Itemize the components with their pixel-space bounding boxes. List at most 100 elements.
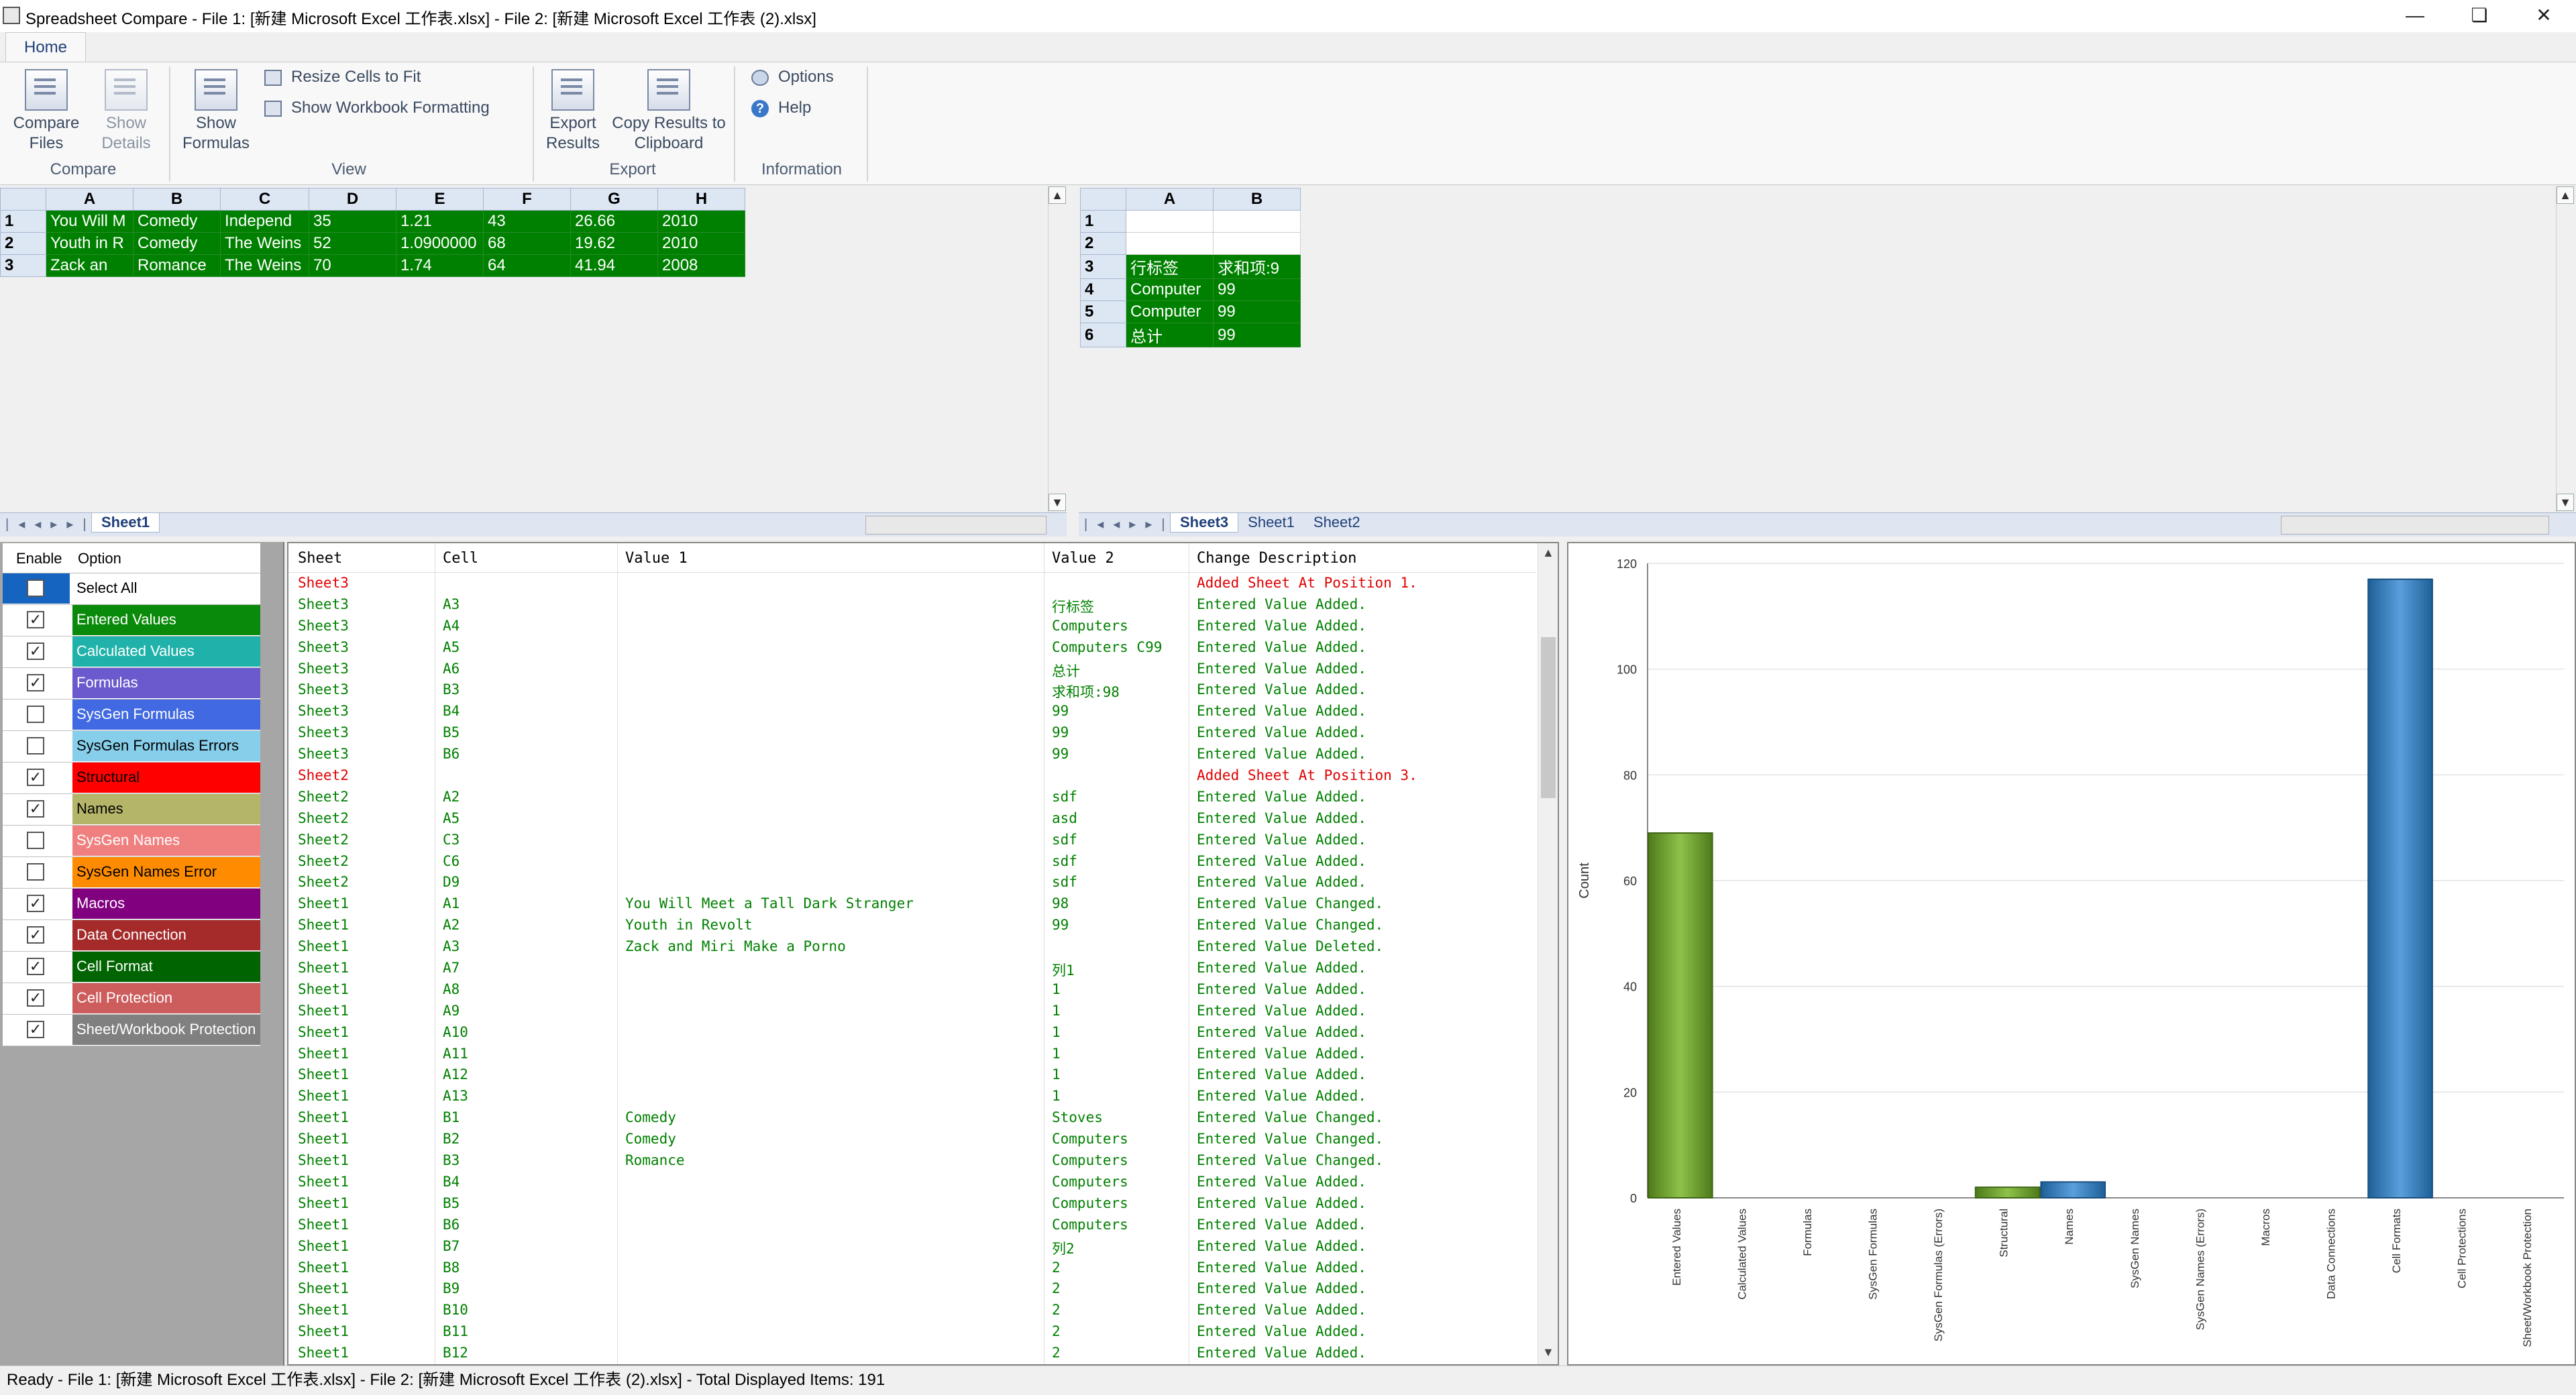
scrollbar-thumb[interactable] xyxy=(1541,637,1556,798)
column-header[interactable]: B xyxy=(133,188,221,211)
column-header[interactable]: E xyxy=(396,188,484,211)
result-row[interactable]: Sheet1 B10 2 Entered Value Added. xyxy=(288,1300,1536,1321)
enable-checkbox[interactable] xyxy=(27,706,44,723)
option-row[interactable]: ✓ Data Connection xyxy=(3,920,260,952)
grid-cell[interactable]: Computer xyxy=(1126,300,1214,323)
scroll-down-arrow-icon[interactable]: ▼ xyxy=(2557,494,2574,511)
grid-cell[interactable]: Romance xyxy=(133,254,221,277)
grid-cell[interactable]: 行标签 xyxy=(1126,254,1214,279)
sheet-nav-arrows-icon[interactable]: |◂◂▸▸| xyxy=(5,516,96,533)
cell-column-header[interactable]: Cell xyxy=(443,550,478,567)
result-row[interactable]: Sheet1 B11 2 Entered Value Added. xyxy=(288,1321,1536,1343)
option-row[interactable]: ✓ Cell Format xyxy=(3,952,260,983)
file1-vertical-scrollbar[interactable]: ▲ ▼ xyxy=(1048,186,1067,512)
column-header[interactable]: A xyxy=(1126,188,1214,211)
enable-checkbox[interactable]: ✓ xyxy=(27,989,44,1007)
grid-cell[interactable]: The Weins xyxy=(220,232,309,255)
result-row[interactable]: Sheet1 B6 Computers Entered Value Added. xyxy=(288,1215,1536,1236)
enable-checkbox[interactable] xyxy=(27,863,44,881)
result-row[interactable]: Sheet1 A11 1 Entered Value Added. xyxy=(288,1044,1536,1065)
result-row[interactable]: Sheet1 A3 Zack and Miri Make a Porno Entere… xyxy=(288,936,1536,958)
option-row[interactable]: Select All xyxy=(3,573,260,605)
result-row[interactable]: Sheet1 A2 Youth in Revolt 99 Entered Value C… xyxy=(288,915,1536,936)
result-row[interactable]: Sheet2 Added Sheet At Position 3. xyxy=(288,765,1536,787)
option-row[interactable]: SysGen Formulas xyxy=(3,700,260,731)
grid-cell[interactable] xyxy=(1126,232,1214,255)
result-row[interactable]: Sheet3 A6 总计 Entered Value Added. xyxy=(288,659,1536,680)
scroll-down-arrow-icon[interactable]: ▼ xyxy=(1542,1345,1554,1359)
enable-checkbox[interactable]: ✓ xyxy=(27,800,44,818)
sheet-tab[interactable]: Sheet1 xyxy=(91,513,160,533)
option-row[interactable]: ✓ Calculated Values xyxy=(3,636,260,668)
show-workbook-formatting-button[interactable]: Show Workbook Formatting xyxy=(264,99,490,117)
grid-cell[interactable] xyxy=(1213,210,1301,233)
corner-cell[interactable] xyxy=(1080,188,1126,211)
sheet-tab[interactable]: Sheet3 xyxy=(1170,513,1239,533)
grid-cell[interactable]: Zack an xyxy=(46,254,133,277)
result-row[interactable]: Sheet1 B8 2 Entered Value Added. xyxy=(288,1258,1536,1279)
result-row[interactable]: Sheet3 B4 99 Entered Value Added. xyxy=(288,701,1536,722)
options-button[interactable]: Options xyxy=(751,68,834,87)
row-header[interactable]: 3 xyxy=(0,254,46,277)
column-header[interactable]: A xyxy=(46,188,133,211)
result-row[interactable]: Sheet3 A3 行标签 Entered Value Added. xyxy=(288,594,1536,616)
enable-checkbox[interactable]: ✓ xyxy=(27,769,44,786)
grid-cell[interactable]: 总计 xyxy=(1126,323,1214,347)
result-row[interactable]: Sheet2 C6 sdf Entered Value Added. xyxy=(288,851,1536,873)
column-header[interactable]: B xyxy=(1213,188,1301,211)
grid-cell[interactable]: 19.62 xyxy=(570,232,658,255)
grid-cell[interactable]: 1.21 xyxy=(396,210,484,233)
export-results-button[interactable]: Export Results xyxy=(537,66,609,154)
grid-cell[interactable]: You Will M xyxy=(46,210,133,233)
result-row[interactable]: Sheet1 B9 2 Entered Value Added. xyxy=(288,1278,1536,1300)
result-row[interactable]: Sheet1 B1 Comedy Stoves Entered Value Change… xyxy=(288,1107,1536,1129)
resize-cells-button[interactable]: Resize Cells to Fit xyxy=(264,68,421,87)
corner-cell[interactable] xyxy=(0,188,46,211)
sheet-tab[interactable]: Sheet2 xyxy=(1304,513,1370,532)
sheet-column-header[interactable]: Sheet xyxy=(298,550,342,567)
row-header[interactable]: 5 xyxy=(1080,300,1126,323)
close-button[interactable]: ✕ xyxy=(2512,0,2576,32)
grid-cell[interactable]: 99 xyxy=(1213,323,1301,347)
file2-horizontal-scrollbar[interactable] xyxy=(2281,516,2549,535)
grid-cell[interactable]: The Weins xyxy=(220,254,309,277)
grid-cell[interactable]: 35 xyxy=(309,210,396,233)
scroll-down-arrow-icon[interactable]: ▼ xyxy=(1049,494,1066,511)
grid-cell[interactable]: 2008 xyxy=(657,254,745,277)
grid-cell[interactable]: 1.0900000 xyxy=(396,232,484,255)
result-row[interactable]: Sheet1 A12 1 Entered Value Added. xyxy=(288,1064,1536,1086)
option-row[interactable]: ✓ Cell Protection xyxy=(3,983,260,1015)
show-formulas-button[interactable]: Show Formulas xyxy=(176,66,256,154)
grid-cell[interactable]: 70 xyxy=(309,254,396,277)
column-header[interactable]: C xyxy=(220,188,309,211)
grid-cell[interactable]: Comedy xyxy=(133,210,221,233)
option-row[interactable]: ✓ Sheet/Workbook Protection xyxy=(3,1015,260,1046)
result-row[interactable]: Sheet3 B3 求和项:98 Entered Value Added. xyxy=(288,679,1536,701)
row-header[interactable]: 1 xyxy=(1080,210,1126,233)
result-row[interactable]: Sheet3 A4 Computers Entered Value Added. xyxy=(288,616,1536,637)
grid-cell[interactable]: Computer xyxy=(1126,278,1214,301)
result-row[interactable]: Sheet1 B3 Romance Computers Entered Value Ch… xyxy=(288,1150,1536,1172)
option-row[interactable]: SysGen Names Error xyxy=(3,857,260,889)
row-header[interactable]: 6 xyxy=(1080,323,1126,347)
grid-cell[interactable]: 99 xyxy=(1213,278,1301,301)
row-header[interactable]: 3 xyxy=(1080,254,1126,279)
option-row[interactable]: SysGen Formulas Errors xyxy=(3,731,260,763)
result-row[interactable]: Sheet1 A1 You Will Meet a Tall Dark Strang… xyxy=(288,893,1536,915)
option-row[interactable]: ✓ Names xyxy=(3,794,260,826)
result-row[interactable]: Sheet2 A5 asd Entered Value Added. xyxy=(288,808,1536,830)
grid-cell[interactable]: 99 xyxy=(1213,300,1301,323)
option-row[interactable]: ✓ Structural xyxy=(3,763,260,794)
grid-cell[interactable]: 2010 xyxy=(657,232,745,255)
result-row[interactable]: Sheet3 A5 Computers C99 Entered Value Added… xyxy=(288,637,1536,659)
file2-grid[interactable]: A B 1 2 3 行标签 求和项:9 4 Computer 99 5 Computer 99 6 总计 99 xyxy=(1080,188,1301,347)
results-list[interactable]: Sheet Cell Value 1 Value 2 Change Descri… xyxy=(287,542,1559,1365)
row-header[interactable]: 1 xyxy=(0,210,46,233)
grid-cell[interactable]: 52 xyxy=(309,232,396,255)
result-row[interactable]: Sheet2 C3 sdf Entered Value Added. xyxy=(288,830,1536,851)
result-row[interactable]: Sheet1 B7 列2 Entered Value Added. xyxy=(288,1236,1536,1258)
result-row[interactable]: Sheet1 A13 1 Entered Value Added. xyxy=(288,1086,1536,1107)
grid-cell[interactable]: Comedy xyxy=(133,232,221,255)
sheet-nav-arrows-icon[interactable]: |◂◂▸▸| xyxy=(1084,516,1175,533)
column-header[interactable]: G xyxy=(570,188,658,211)
